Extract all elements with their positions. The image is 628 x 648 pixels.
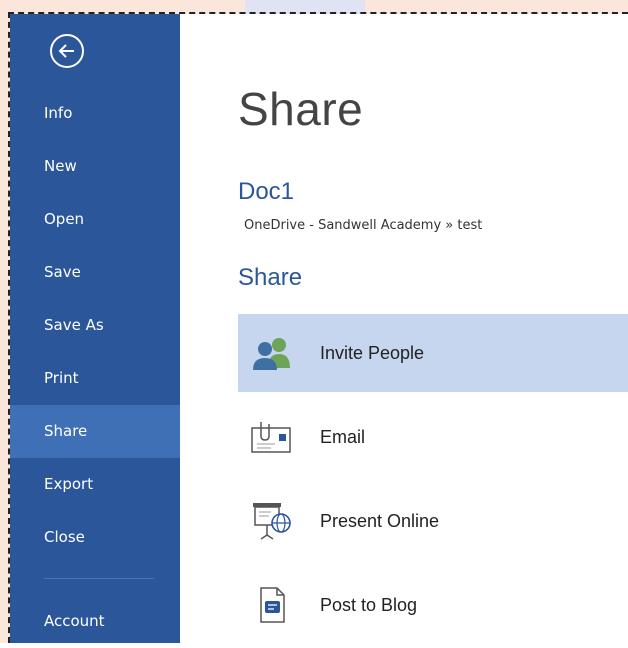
document-path: OneDrive - Sandwell Academy » test xyxy=(244,218,483,233)
nav-item-save-as[interactable]: Save As xyxy=(10,299,180,352)
present-online-label: Present Online xyxy=(320,510,440,531)
blog-icon xyxy=(244,585,300,625)
post-to-blog-label: Post to Blog xyxy=(320,594,418,615)
present-online-option[interactable]: Present Online xyxy=(238,482,628,560)
people-icon xyxy=(244,333,300,373)
nav-item-info[interactable]: Info xyxy=(10,87,180,140)
nav-item-print[interactable]: Print xyxy=(10,352,180,405)
invite-people-option[interactable]: Invite People xyxy=(238,314,628,392)
share-panel: Share Doc1 OneDrive - Sandwell Academy »… xyxy=(180,14,628,643)
nav-item-share[interactable]: Share xyxy=(10,405,180,458)
email-icon xyxy=(244,417,300,457)
invite-people-label: Invite People xyxy=(320,342,425,363)
nav-item-account[interactable]: Account xyxy=(10,595,180,648)
back-button[interactable] xyxy=(50,34,84,68)
page-title: Share xyxy=(238,83,364,135)
nav-item-close[interactable]: Close xyxy=(10,511,180,564)
nav-item-export[interactable]: Export xyxy=(10,458,180,511)
email-label: Email xyxy=(320,426,366,447)
back-arrow-icon xyxy=(58,44,74,58)
post-to-blog-option[interactable]: Post to Blog xyxy=(238,566,628,644)
nav-item-new[interactable]: New xyxy=(10,140,180,193)
nav-separator xyxy=(44,578,154,579)
email-option[interactable]: Email xyxy=(238,398,628,476)
present-online-icon xyxy=(244,501,300,541)
backstage-sidebar: Info New Open Save Save As Print Share E… xyxy=(10,14,180,643)
nav-item-open[interactable]: Open xyxy=(10,193,180,246)
document-name: Doc1 xyxy=(238,178,295,205)
share-section-heading: Share xyxy=(238,264,303,291)
nav-item-save[interactable]: Save xyxy=(10,246,180,299)
